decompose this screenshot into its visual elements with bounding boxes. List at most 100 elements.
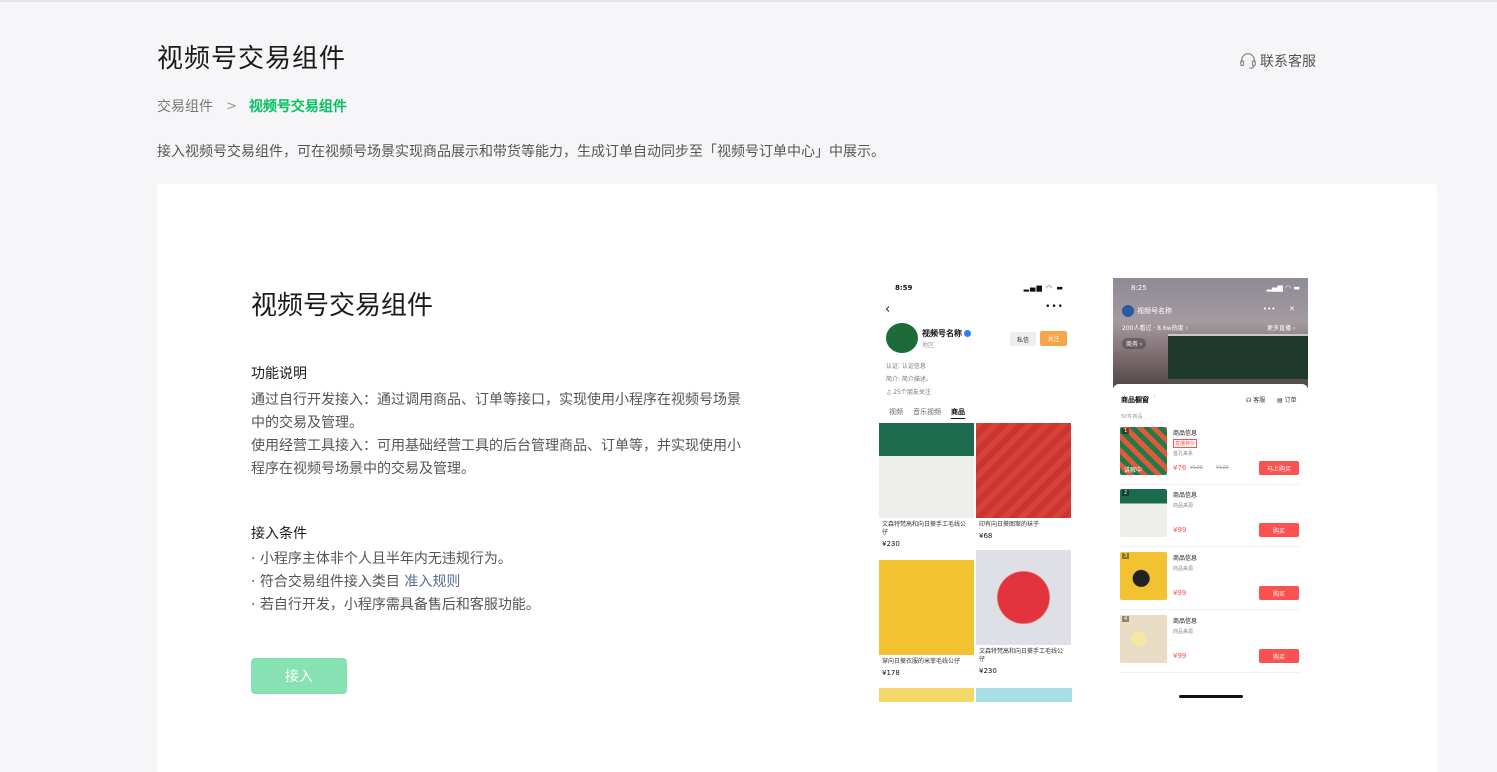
feature-line: 使用经营工具接入：可用基础经营工具的后台管理商品、订单等，并实现使用小 — [251, 438, 741, 454]
item-name: 商品信息 — [1173, 555, 1198, 562]
status-time: 8:59 — [895, 284, 913, 292]
product-image — [976, 550, 1071, 645]
status-time: 8:25 — [1131, 284, 1147, 292]
live-tag: 商务 › — [1122, 338, 1147, 349]
buy-button: 购买 — [1259, 586, 1299, 600]
profile-tabs: 视频 音乐视频 商品 — [889, 407, 965, 419]
item-price: ¥99 — [1173, 526, 1187, 534]
profile-phone-mockup: 8:59 ▂▄▆ ◠ ▬ ‹ ••• 视频号名称 地区 私信 关注 认证: 认证… — [879, 278, 1072, 702]
product-image — [879, 688, 974, 702]
service-link: ☊ 客服 — [1246, 397, 1266, 404]
verified-icon — [964, 330, 971, 337]
item-source: 商品来源 — [1173, 566, 1194, 572]
channel-region: 地区 — [922, 342, 935, 349]
intro-text: 接入视频号交易组件，可在视频号场景实现商品展示和带货等能力，生成订单自动同步至「… — [157, 144, 885, 160]
item-name: 商品信息 — [1173, 492, 1198, 499]
feature-section-title: 功能说明 — [251, 366, 307, 382]
item-number: 4 — [1122, 616, 1130, 622]
product-price: ¥230 — [882, 540, 900, 548]
item-number: 3 — [1122, 553, 1130, 559]
item-name: 商品信息 — [1173, 618, 1198, 625]
status-icons: ▂▄▆ ◠ ▬ — [1266, 284, 1300, 292]
live-viewers: 200人看过 · 8.6w热度 › — [1122, 325, 1188, 332]
product-price: ¥68 — [979, 532, 993, 540]
product-title: 穿向日葵衣服的米菲毛线公仔 — [882, 658, 961, 665]
item-price: ¥76 — [1173, 464, 1187, 472]
channel-friends: ♫ 25个朋友关注 — [886, 389, 931, 396]
back-icon: ‹ — [885, 302, 891, 317]
buy-button: 购买 — [1259, 649, 1299, 663]
channel-name: 视频号名称 — [922, 328, 971, 339]
item-original-price: ¥100 — [1190, 465, 1203, 471]
product-image — [976, 688, 1072, 702]
conditions-list: · 小程序主体非个人且半年内无违规行为。 · 符合交易组件接入类目 准入规则 ·… — [251, 548, 751, 617]
feature-line: 中的交易及管理。 — [251, 415, 363, 431]
condition-item: · 若自行开发，小程序需具备售后和客服功能。 — [251, 597, 540, 613]
product-image — [1120, 489, 1167, 537]
item-number: 2 — [1122, 490, 1130, 496]
product-image — [1120, 552, 1167, 600]
product-image — [976, 423, 1071, 518]
avatar — [1122, 305, 1134, 317]
status-icons: ▂▄▆ ◠ ▬ — [1023, 284, 1064, 292]
chevron-right-icon: > — [226, 98, 237, 114]
product-price: ¥230 — [979, 667, 997, 675]
access-rules-link[interactable]: 准入规则 — [404, 574, 460, 590]
item-name: 商品信息 — [1173, 430, 1198, 437]
live-price-badge: 直播特价 — [1173, 439, 1198, 448]
product-image — [1120, 615, 1167, 663]
item-price: ¥99 — [1173, 652, 1187, 660]
tab-products: 商品 — [951, 407, 965, 419]
product-count: 50件商品 — [1121, 414, 1143, 420]
product-shelf-sheet: 商品橱窗 ⁱ ☊ 客服 ▤ 订单 50件商品 1 讲解中 商品信息 直播特价 首… — [1113, 384, 1308, 702]
live-channel-name: 视频号名称 — [1137, 307, 1172, 315]
component-card: 视频号交易组件 功能说明 通过自行开发接入：通过调用商品、订单等接口，实现使用小… — [157, 184, 1437, 772]
live-shop-phone-mockup: 8:25 ▂▄▆ ◠ ▬ 视频号名称 ••• ✕ 200人看过 · 8.6w热度… — [1113, 278, 1308, 702]
product-card: 印有向日葵图案的袜子 ¥68 — [976, 423, 1071, 540]
shelf-item: 1 讲解中 商品信息 直播特价 首孔来系 ¥76 ¥100 ¥100 马上购买 — [1120, 427, 1300, 485]
item-original-price: ¥100 — [1216, 465, 1229, 471]
avatar — [886, 323, 918, 353]
breadcrumb-parent[interactable]: 交易组件 — [157, 96, 213, 116]
home-indicator — [1179, 695, 1243, 698]
item-number: 1 — [1122, 428, 1130, 434]
shelf-item: 4 商品信息 商品来源 ¥99 购买 — [1120, 615, 1300, 673]
condition-text: · 符合交易组件接入类目 — [251, 574, 400, 590]
product-card: 穿向日葵衣服的米菲毛线公仔 ¥178 — [879, 560, 974, 677]
tab-videos: 视频 — [889, 408, 903, 416]
breadcrumb: 交易组件 > 视频号交易组件 — [157, 96, 347, 116]
headset-icon — [1240, 53, 1256, 69]
item-source: 商品来源 — [1173, 629, 1194, 635]
product-card: 文森特梵高和向日葵手工毛线公仔 ¥230 — [879, 423, 974, 548]
info-icon: ⁱ — [1154, 394, 1156, 402]
condition-item: · 符合交易组件接入类目 准入规则 — [251, 571, 751, 594]
shelf-title: 商品橱窗 — [1121, 396, 1149, 404]
follow-button: 关注 — [1040, 331, 1067, 346]
live-explaining-label: 讲解中 — [1124, 467, 1143, 474]
close-icon: ✕ — [1289, 305, 1295, 313]
contact-support-link[interactable]: 联系客服 — [1239, 51, 1316, 71]
product-price: ¥178 — [882, 669, 900, 677]
contact-support-label[interactable]: 联系客服 — [1260, 51, 1316, 71]
live-video-screen — [1168, 334, 1308, 379]
condition-item: · 小程序主体非个人且半年内无违规行为。 — [251, 551, 512, 567]
product-title: 印有向日葵图案的袜子 — [979, 521, 1040, 528]
page-title: 视频号交易组件 — [157, 44, 347, 74]
buy-now-button: 马上购买 — [1259, 461, 1299, 475]
orders-link: ▤ 订单 — [1277, 397, 1297, 404]
more-icon: ••• — [1263, 305, 1276, 313]
breadcrumb-current: 视频号交易组件 — [248, 99, 347, 115]
channel-intro: 简介: 简介描述。 — [886, 376, 932, 383]
message-button: 私信 — [1010, 332, 1036, 346]
item-source: 商品来源 — [1173, 503, 1194, 509]
feature-description: 通过自行开发接入：通过调用商品、订单等接口，实现使用小程序在视频号场景 中的交易… — [251, 389, 751, 481]
join-button[interactable]: 接入 — [251, 658, 347, 694]
feature-line: 程序在视频号场景中的交易及管理。 — [251, 461, 475, 477]
more-icon: ••• — [1045, 302, 1064, 312]
buy-button: 购买 — [1259, 523, 1299, 537]
product-title: 文森特梵高和向日葵手工毛线公仔 — [979, 648, 1064, 663]
product-image — [879, 423, 974, 518]
item-price: ¥99 — [1173, 589, 1187, 597]
more-live-link: 更多直播 › — [1267, 325, 1296, 332]
shelf-item: 3 商品信息 商品来源 ¥99 购买 — [1120, 552, 1300, 610]
